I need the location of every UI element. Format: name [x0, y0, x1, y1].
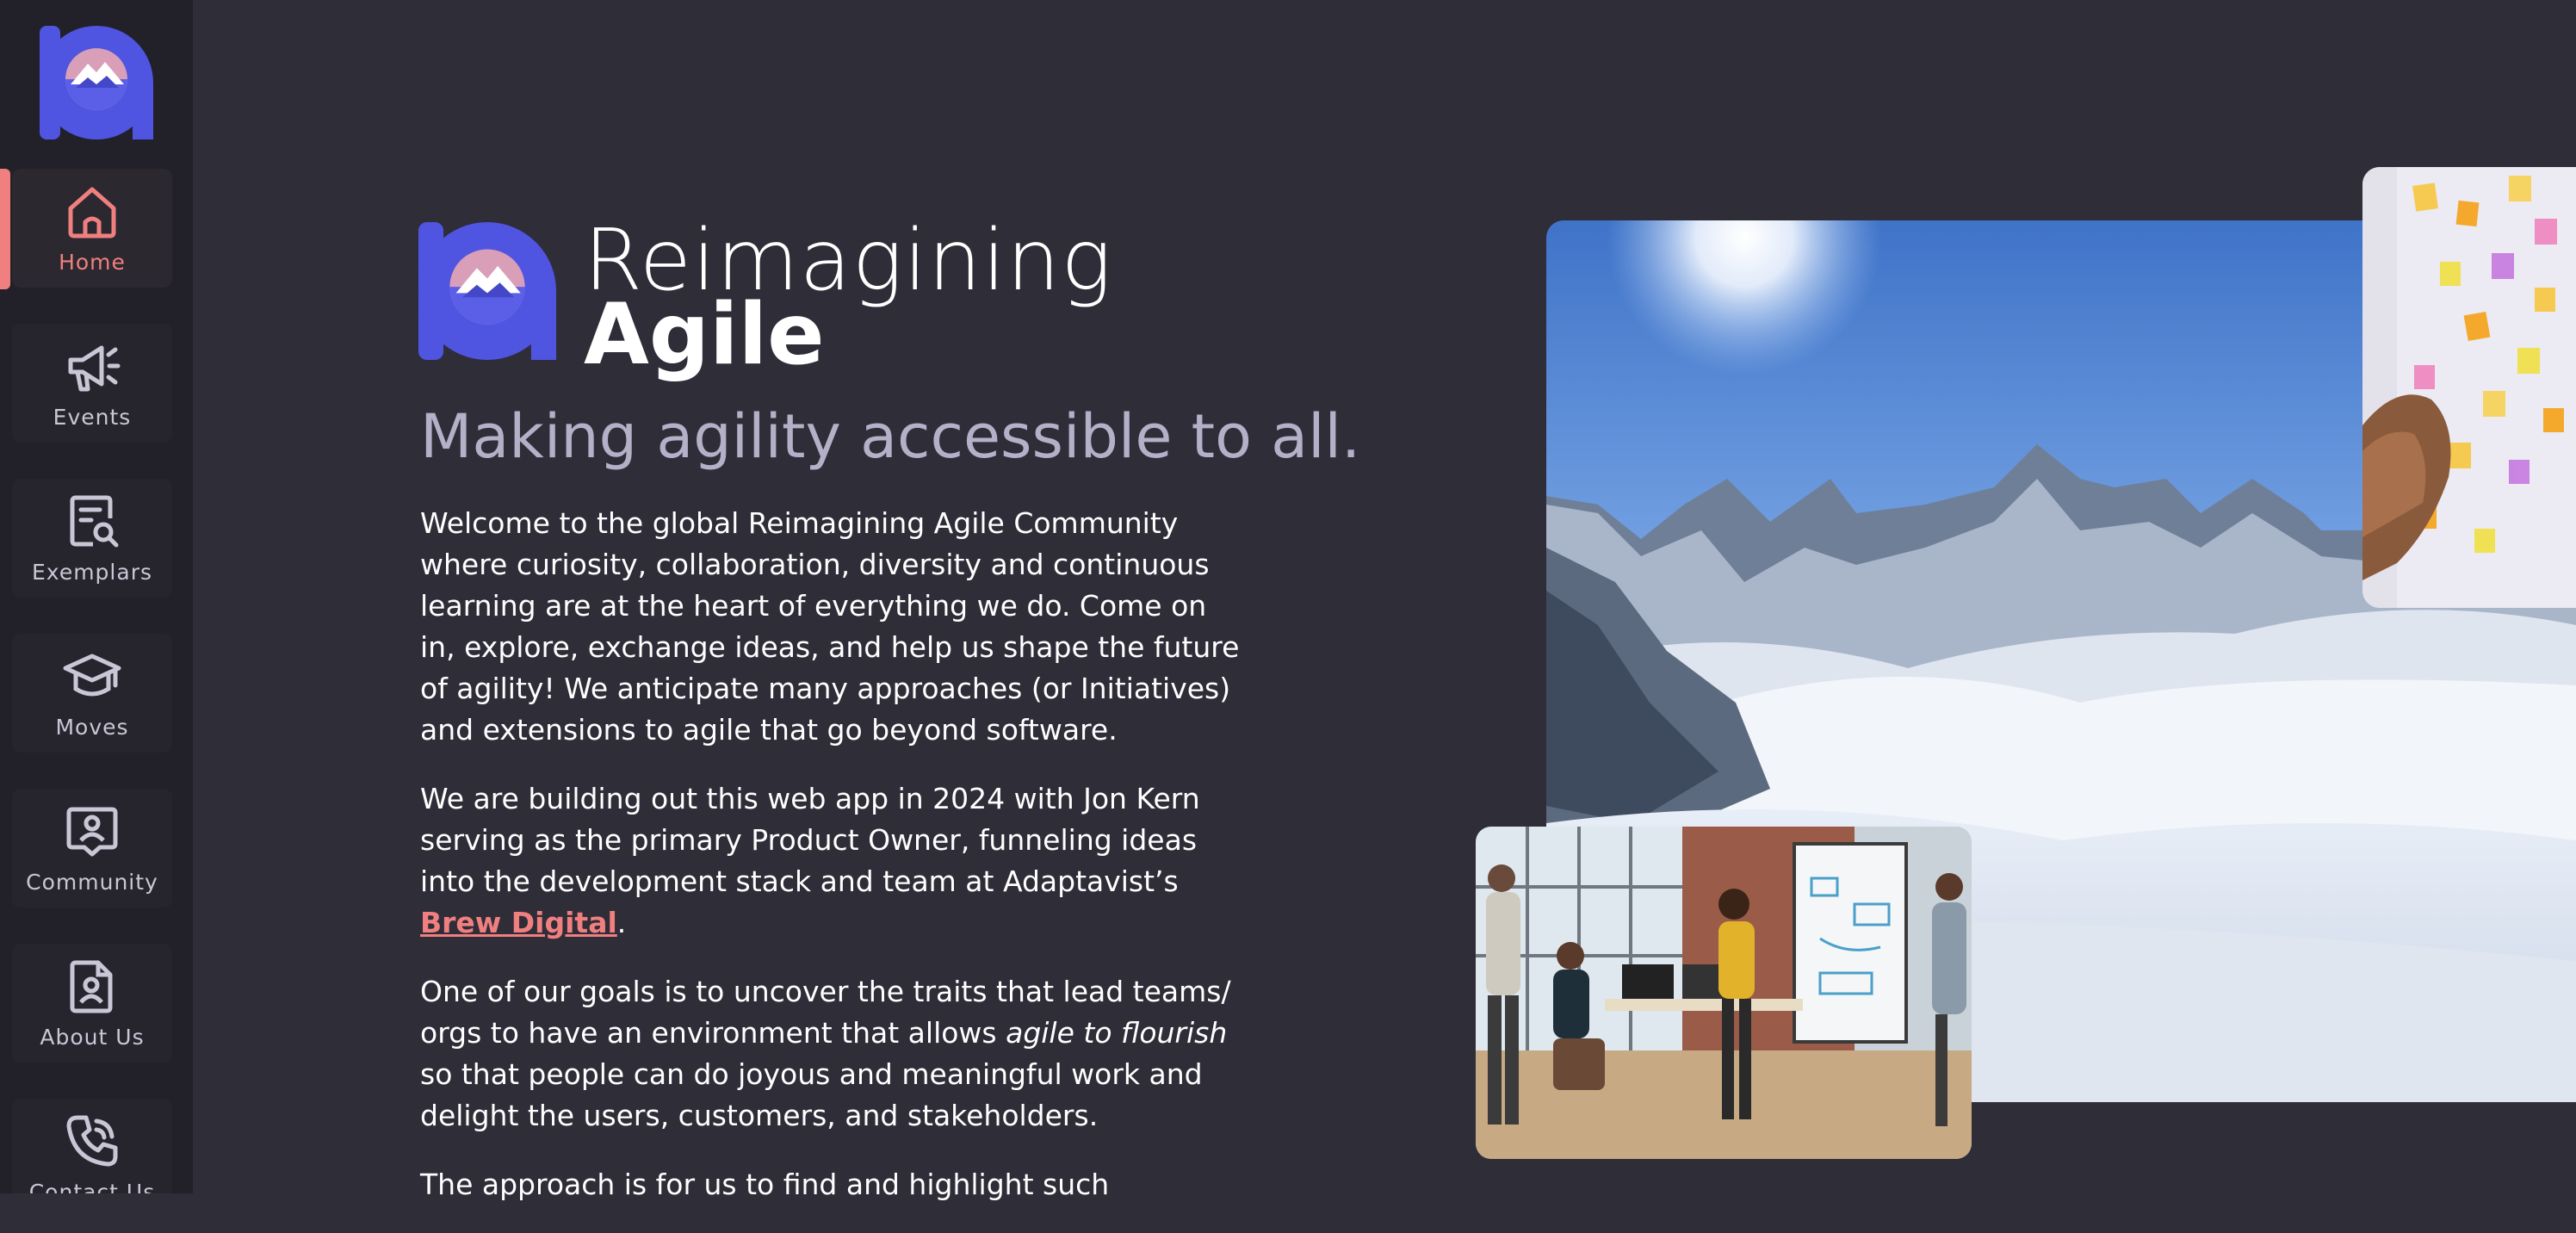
app-logo[interactable]	[40, 26, 153, 139]
emphasis-text: agile to flourish	[1006, 1016, 1228, 1050]
team-meeting-image	[1476, 827, 1972, 1159]
sidebar-item-label: About Us	[40, 1025, 145, 1050]
intro-paragraph: One of our goals is to uncover the trait…	[420, 971, 1247, 1137]
sidebar-item-label: Home	[59, 250, 126, 275]
sidebar-item-exemplars[interactable]: Exemplars	[12, 479, 172, 598]
page-tagline: Making agility accessible to all.	[420, 401, 1361, 472]
sidebar-item-label: Moves	[55, 715, 129, 740]
intro-text: Welcome to the global Reimagining Agile …	[420, 503, 1247, 1233]
team-meeting-photo	[1476, 827, 1972, 1159]
sidebar-item-moves[interactable]: Moves	[12, 634, 172, 753]
sidebar-item-label: Exemplars	[32, 560, 152, 585]
paragraph-text: so that people can do joyous and meaning…	[420, 1057, 1203, 1132]
graduation-cap-icon	[63, 654, 121, 697]
sidebar-item-about-us[interactable]: About Us	[12, 944, 172, 1063]
sticky-notes-image	[2362, 167, 2576, 608]
sidebar-item-community[interactable]: Community	[12, 789, 172, 908]
brew-digital-link[interactable]: Brew Digital	[420, 906, 617, 939]
sticky-notes-photo	[2362, 167, 2576, 608]
logo-icon	[40, 26, 153, 139]
intro-paragraph: The approach is for us to find and highl…	[420, 1168, 1110, 1201]
user-speech-bubble-icon	[66, 807, 118, 857]
document-search-icon	[70, 495, 119, 548]
paragraph-text: .	[616, 906, 627, 939]
paragraph-text: We are building out this web app in 2024…	[420, 782, 1200, 898]
active-indicator	[0, 169, 10, 289]
brand-title-line2: Agile	[584, 286, 825, 384]
sidebar-item-home[interactable]: Home	[12, 169, 172, 288]
sidebar-item-contact-us[interactable]: Contact Us	[12, 1099, 172, 1193]
brand-header: Reimagining Agile	[418, 212, 1112, 384]
megaphone-icon	[68, 345, 121, 392]
sidebar-item-label: Contact Us	[28, 1180, 156, 1193]
intro-paragraph: We are building out this web app in 2024…	[420, 778, 1247, 944]
home-icon	[68, 187, 116, 239]
intro-paragraph: Welcome to the global Reimagining Agile …	[420, 506, 1240, 747]
sidebar-item-label: Events	[53, 405, 132, 430]
phone-icon	[66, 1115, 118, 1167]
sidebar-item-label: Community	[26, 870, 158, 895]
logo-icon	[418, 222, 556, 360]
user-document-icon	[70, 960, 113, 1013]
sidebar: Home Events Exemplars Moves Community Ab…	[0, 0, 193, 1193]
sidebar-item-events[interactable]: Events	[12, 324, 172, 443]
